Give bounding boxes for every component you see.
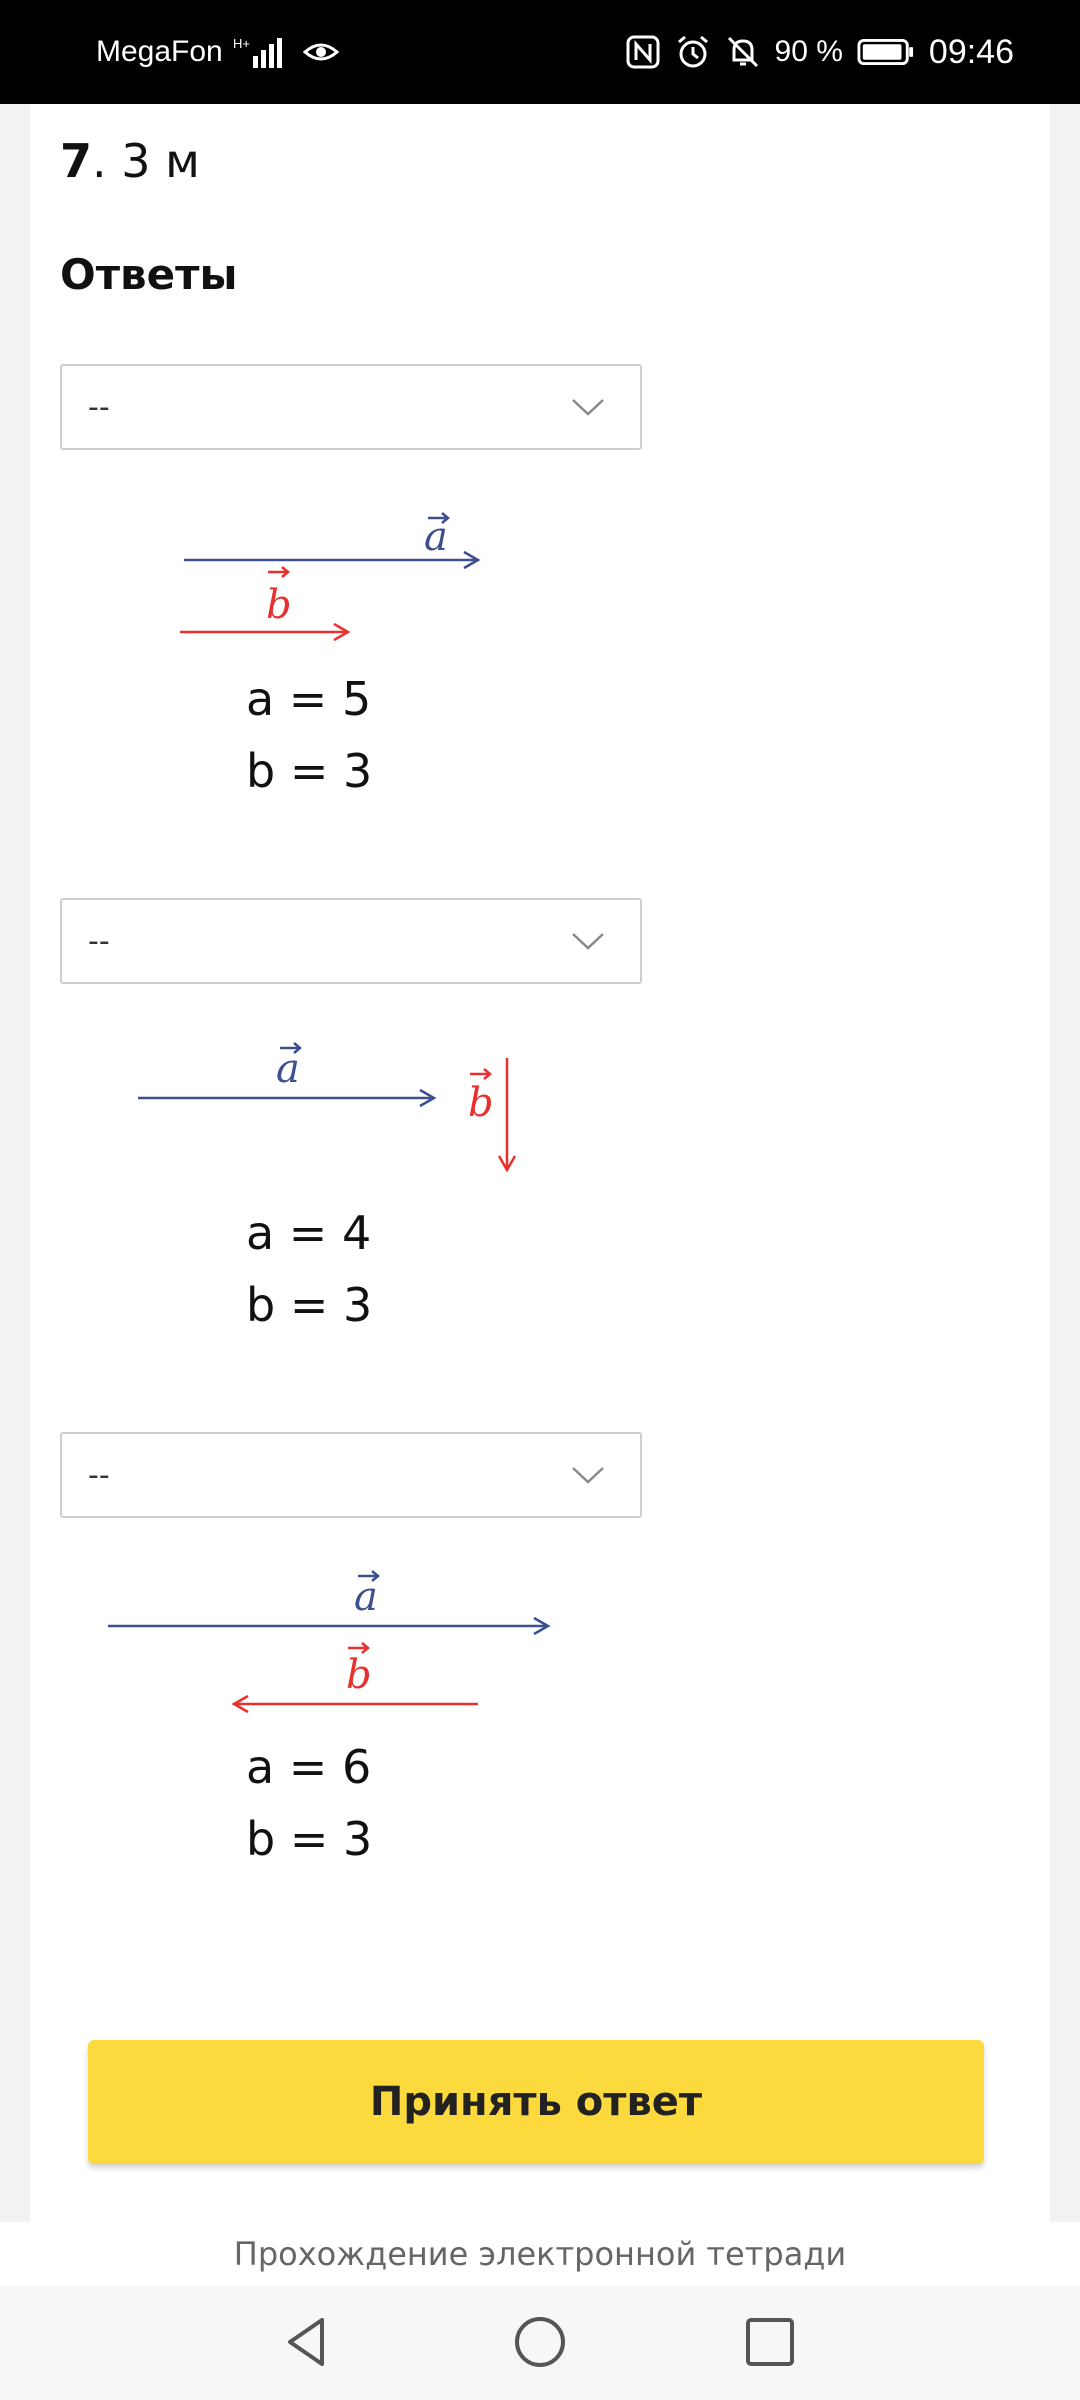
navigation-bar <box>0 2286 1080 2400</box>
value-b-2: b = 3 <box>246 1278 373 1332</box>
answer-dropdown-2[interactable]: -- <box>60 898 642 984</box>
battery-percent: 90 % <box>774 35 843 68</box>
chevron-down-icon <box>572 1467 604 1484</box>
chevron-down-icon <box>572 399 604 416</box>
chevron-down-icon <box>572 933 604 950</box>
value-b-3: b = 3 <box>246 1812 373 1866</box>
question-number: 7 <box>60 134 93 188</box>
svg-text:H+: H+ <box>233 36 250 51</box>
nfc-icon <box>626 35 660 69</box>
carrier-name: MegaFon <box>96 35 223 68</box>
clock: 09:46 <box>928 33 1014 71</box>
answer-dropdown-1[interactable]: -- <box>60 364 642 450</box>
question-text: . 3 м <box>92 134 200 188</box>
vector-b-label: b <box>468 1080 494 1126</box>
vector-b-label: b <box>266 582 292 628</box>
recents-icon[interactable] <box>738 2310 802 2374</box>
vector-b-label: b <box>346 1652 372 1698</box>
status-bar: MegaFon H+ 90 % 09:46 <box>0 0 1080 104</box>
dropdown-value: -- <box>88 1458 110 1493</box>
question-line: 7. 3 м <box>60 126 200 196</box>
vector-diagram-2: a b <box>60 1034 660 1194</box>
dropdown-value: -- <box>88 924 110 959</box>
vector-a-label: a <box>276 1046 300 1092</box>
battery-icon <box>857 38 913 66</box>
signal-icon: H+ <box>233 36 282 68</box>
dropdown-value: -- <box>88 390 110 425</box>
vector-diagram-1: a b <box>60 494 660 654</box>
value-a-3: a = 6 <box>246 1740 372 1794</box>
footer-caption: Прохождение электронной тетради <box>0 2222 1080 2286</box>
home-icon[interactable] <box>508 2310 572 2374</box>
eye-icon <box>302 43 339 61</box>
value-a-1: a = 5 <box>246 672 372 726</box>
vector-diagram-3: a b <box>60 1564 660 1724</box>
back-icon[interactable] <box>276 2310 340 2374</box>
value-b-1: b = 3 <box>246 744 373 798</box>
bell-off-icon <box>727 36 758 68</box>
answers-heading: Ответы <box>60 250 238 299</box>
answer-dropdown-3[interactable]: -- <box>60 1432 642 1518</box>
submit-answer-button[interactable]: Принять ответ <box>88 2040 984 2164</box>
value-a-2: a = 4 <box>246 1206 372 1260</box>
content-card: 7. 3 м Ответы -- a b a = 5 b = 3 -- a b … <box>30 104 1050 2222</box>
alarm-icon <box>677 35 708 68</box>
vector-a-label: a <box>354 1574 378 1620</box>
